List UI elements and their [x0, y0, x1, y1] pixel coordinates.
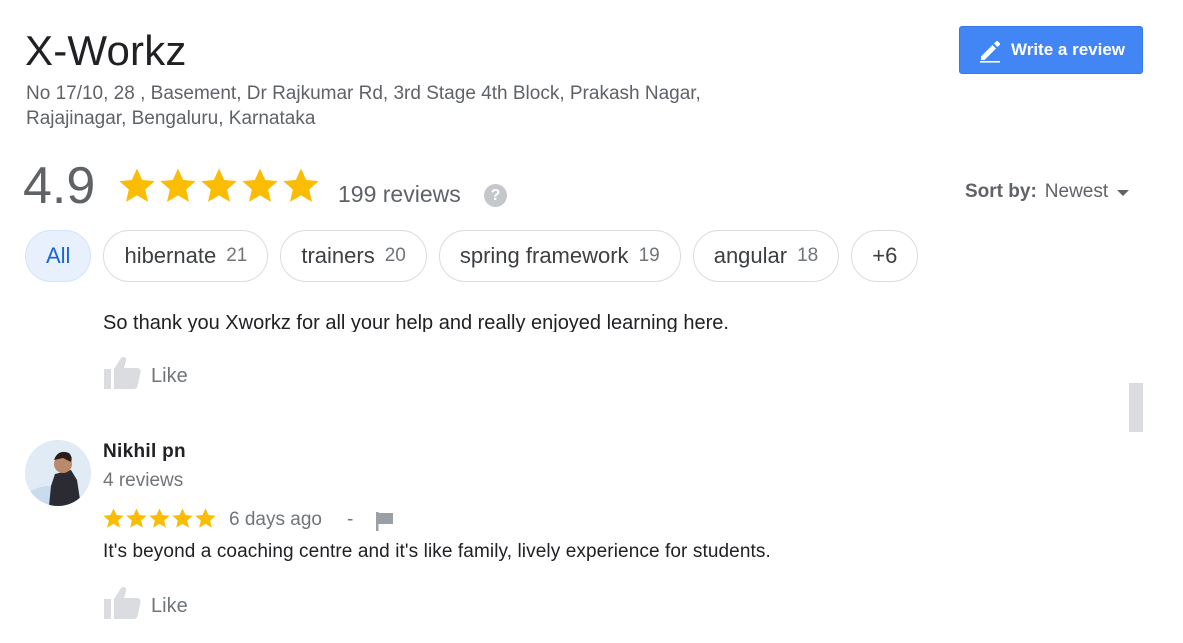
reviewer-review-count: 4 reviews: [103, 470, 184, 491]
thumbs-up-icon: [103, 586, 141, 626]
chip-label: angular: [713, 243, 788, 268]
star-icon: [242, 168, 278, 202]
previous-review-text: So thank you Xworkz for all your help an…: [103, 302, 1003, 332]
help-icon[interactable]: ?: [484, 184, 507, 207]
review-date: 6 days ago: [229, 509, 322, 530]
chip-count: 19: [638, 245, 660, 266]
reviewer-name[interactable]: Nikhil pn: [103, 441, 186, 463]
chip-all[interactable]: All: [25, 230, 92, 282]
star-icon: [283, 168, 319, 202]
like-button[interactable]: Like: [103, 356, 188, 396]
chip-hibernate[interactable]: hibernate 21: [103, 230, 269, 282]
chip-trainers[interactable]: trainers 20: [280, 230, 427, 282]
thumbs-up-icon: [103, 356, 141, 396]
like-label: Like: [151, 364, 188, 387]
chip-label: All: [46, 243, 71, 268]
chip-spring-framework[interactable]: spring framework 19: [438, 230, 681, 282]
chip-angular[interactable]: angular 18: [692, 230, 840, 282]
write-review-label: Write a review: [1010, 40, 1126, 59]
like-label: Like: [151, 594, 188, 617]
write-review-button[interactable]: Write a review: [959, 26, 1143, 74]
chip-label: hibernate: [124, 243, 217, 268]
star-icon: [126, 508, 147, 528]
address-line-2: Rajajinagar, Bengaluru, Karnataka: [26, 108, 316, 129]
previous-review-text-content: So thank you Xworkz for all your help an…: [103, 312, 729, 332]
scrollbar-thumb[interactable]: [1129, 383, 1143, 432]
chip-more[interactable]: +6: [851, 230, 919, 282]
average-rating: 4.9: [23, 157, 96, 215]
date-separator: -: [347, 509, 354, 530]
sort-label: Sort by:: [965, 181, 1037, 202]
review-stars: [102, 507, 217, 530]
review-text: It's beyond a coaching centre and it's l…: [103, 541, 771, 562]
review-count: 199 reviews: [338, 181, 461, 207]
sort-dropdown[interactable]: Sort by: Newest: [965, 181, 1130, 203]
place-title: X-Workz: [25, 27, 187, 74]
chip-label: spring framework: [459, 243, 629, 268]
star-icon: [195, 508, 216, 528]
address-line-1: No 17/10, 28 , Basement, Dr Rajkumar Rd,…: [26, 83, 701, 104]
chip-label: trainers: [301, 243, 375, 268]
chip-count: 21: [226, 245, 248, 266]
star-icon: [103, 508, 124, 528]
sort-value: Newest: [1044, 181, 1109, 202]
average-stars: [117, 166, 321, 206]
flag-icon[interactable]: [375, 511, 395, 536]
star-icon: [201, 168, 237, 202]
pencil-icon: [977, 37, 1003, 63]
place-address: No 17/10, 28 , Basement, Dr Rajkumar Rd,…: [26, 81, 826, 131]
chip-count: 20: [384, 245, 406, 266]
chip-label: +6: [872, 243, 898, 268]
star-icon: [160, 168, 196, 202]
star-icon: [119, 168, 155, 202]
chip-count: 18: [797, 245, 819, 266]
chevron-down-icon: [1116, 181, 1130, 203]
like-button[interactable]: Like: [103, 586, 188, 626]
star-icon: [172, 508, 193, 528]
filter-chips: All hibernate 21 trainers 20 spring fram…: [25, 230, 919, 282]
avatar[interactable]: [25, 440, 91, 506]
star-icon: [149, 508, 170, 528]
